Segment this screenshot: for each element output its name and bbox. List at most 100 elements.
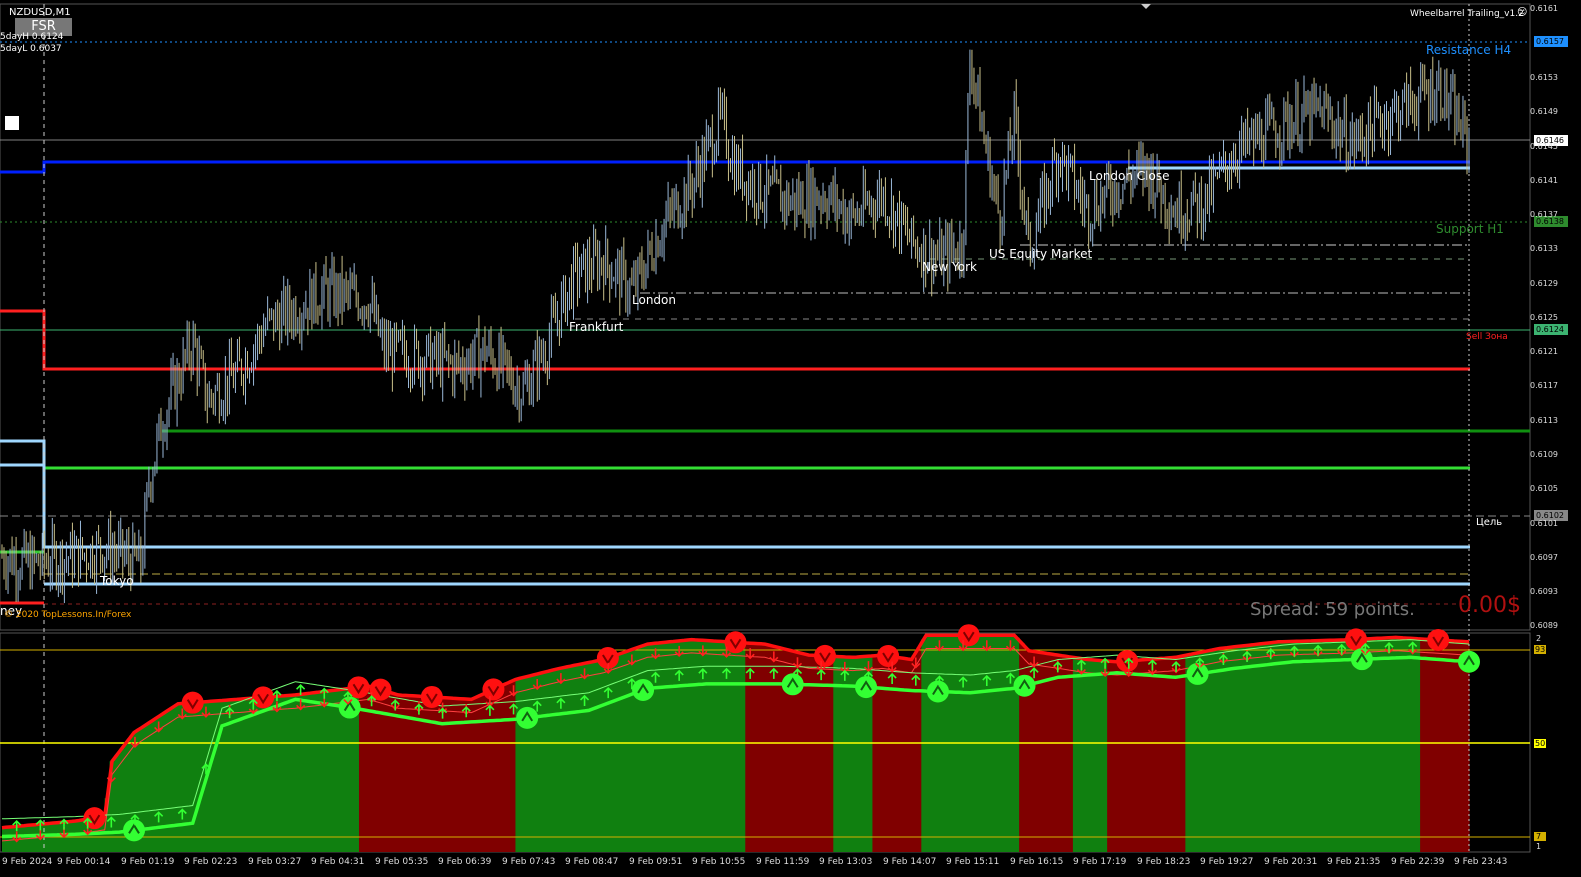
osc-fill-bar	[476, 696, 482, 852]
osc-fill-bar	[1165, 657, 1172, 852]
osc-fill-bar	[256, 697, 262, 852]
osc-fill-bar	[1292, 641, 1299, 852]
osc-fill-bar	[515, 678, 521, 852]
sell-zone-label: Sell Зона	[1466, 332, 1508, 342]
osc-fill-bar	[1214, 648, 1221, 852]
osc-fill-bar	[398, 695, 404, 852]
osc-fill-bar	[1400, 637, 1407, 852]
osc-fill-bar	[642, 644, 649, 852]
osc-fill-bar	[1376, 638, 1382, 852]
copyright: © 2020 TopLessons.In/Forex	[4, 610, 132, 620]
osc-fill-bar	[261, 697, 267, 852]
price-tick: 0.6093	[1530, 587, 1558, 596]
buy-signal-icon	[926, 680, 949, 703]
osc-fill-bar	[491, 689, 497, 852]
osc-fill-bar	[75, 820, 81, 852]
time-tick: 9 Feb 21:35	[1327, 857, 1381, 867]
osc-fill-bar	[1151, 658, 1157, 852]
osc-fill-bar	[1263, 643, 1270, 852]
osc-fill-bar	[691, 639, 697, 852]
osc-fill-bar	[1420, 639, 1426, 852]
session-tokyo: Tokyo	[100, 574, 134, 588]
buy-signal-icon	[1013, 674, 1036, 697]
osc-fill-bar	[1239, 645, 1245, 852]
osc-fill-bar	[1449, 640, 1455, 852]
osc-fill-bar	[486, 691, 492, 852]
osc-fill-bar	[251, 698, 257, 852]
osc-axis-upper: 93	[1535, 645, 1546, 654]
session-us-equity: US Equity Market	[989, 247, 1093, 261]
time-tick: 9 Feb 03:27	[248, 857, 302, 867]
osc-fill-bar	[1160, 658, 1167, 852]
time-tick: 9 Feb 22:39	[1391, 857, 1445, 867]
price-panel[interactable]	[0, 3, 1531, 631]
sell-signal-icon	[420, 685, 443, 708]
osc-fill-bar	[1415, 638, 1421, 852]
price-tick: 0.6133	[1530, 244, 1558, 253]
time-tick: 9 Feb 04:31	[311, 857, 365, 867]
price-tick: 0.6153	[1530, 73, 1558, 82]
osc-fill-bar	[295, 694, 301, 852]
osc-fill-bar	[80, 819, 86, 852]
trading-chart[interactable]	[0, 0, 1581, 877]
osc-fill-bar	[1102, 660, 1108, 852]
osc-fill-bar	[1297, 641, 1304, 852]
resistance-label: Resistance H4	[1426, 43, 1512, 57]
symbol-title: NZDUSD,M1	[9, 7, 71, 18]
buy-signal-icon	[781, 673, 804, 696]
price-tick: 0.6113	[1530, 416, 1558, 425]
osc-fill-bar	[618, 653, 624, 852]
osc-fill-bar	[1121, 661, 1128, 852]
osc-fill-bar	[1072, 657, 1079, 852]
osc-fill-bar	[579, 663, 585, 852]
osc-fill-bar	[686, 639, 693, 852]
osc-fill-bar	[1219, 648, 1226, 852]
osc-fill-bar	[740, 642, 746, 852]
osc-fill-bar	[178, 703, 184, 852]
osc-fill-bar	[759, 643, 766, 852]
osc-fill-bar	[1268, 642, 1274, 852]
spread-text: Spread: 59 points.	[1250, 599, 1415, 620]
osc-fill-bar	[906, 659, 913, 852]
sell-signal-icon	[877, 645, 900, 668]
osc-fill-bar	[1327, 640, 1333, 852]
osc-fill-bar	[608, 656, 614, 852]
osc-fill-bar	[530, 675, 536, 852]
time-tick: 9 Feb 01:19	[121, 857, 175, 867]
buy-signal-icon	[338, 696, 361, 719]
osc-fill-bar	[1234, 646, 1240, 852]
sell-price-tag: 0.6124	[1536, 325, 1564, 334]
osc-fill-bar	[525, 676, 531, 852]
osc-fill-bar	[314, 692, 321, 852]
osc-fill-bar	[270, 696, 277, 852]
osc-fill-bar	[241, 698, 248, 852]
buy-signal-icon	[855, 676, 878, 699]
osc-fill-bar	[1273, 642, 1279, 852]
osc-fill-bar	[246, 698, 252, 852]
osc-fill-bar	[1322, 640, 1328, 852]
time-tick: 9 Feb 23:43	[1454, 857, 1508, 867]
time-tick: 9 Feb 05:35	[375, 857, 429, 867]
time-tick: 9 Feb 18:23	[1137, 857, 1191, 867]
osc-fill-bar	[1395, 637, 1402, 852]
panel-toggle-button[interactable]	[5, 116, 19, 130]
osc-fill-bar	[1317, 640, 1323, 852]
profit-text: 0.00$	[1458, 593, 1521, 618]
osc-fill-bar	[774, 647, 781, 852]
time-tick: 9 Feb 19:27	[1200, 857, 1254, 867]
osc-fill-bar	[1288, 641, 1294, 852]
osc-fill-bar	[1439, 640, 1446, 852]
osc-fill-bar	[583, 662, 590, 852]
osc-fill-bar	[1332, 640, 1338, 852]
osc-fill-bar	[623, 651, 629, 852]
osc-fill-bar	[1156, 658, 1162, 852]
osc-fill-bar	[750, 643, 756, 852]
osc-fill-bar	[1092, 660, 1098, 852]
target-price-tag: 0.6102	[1536, 511, 1564, 520]
osc-fill-bar	[50, 823, 57, 852]
osc-fill-bar	[285, 695, 292, 852]
buy-signal-icon	[1458, 650, 1480, 673]
osc-fill-bar	[1283, 641, 1289, 852]
price-tick: 0.6117	[1530, 381, 1558, 390]
osc-fill-bar	[735, 642, 741, 852]
